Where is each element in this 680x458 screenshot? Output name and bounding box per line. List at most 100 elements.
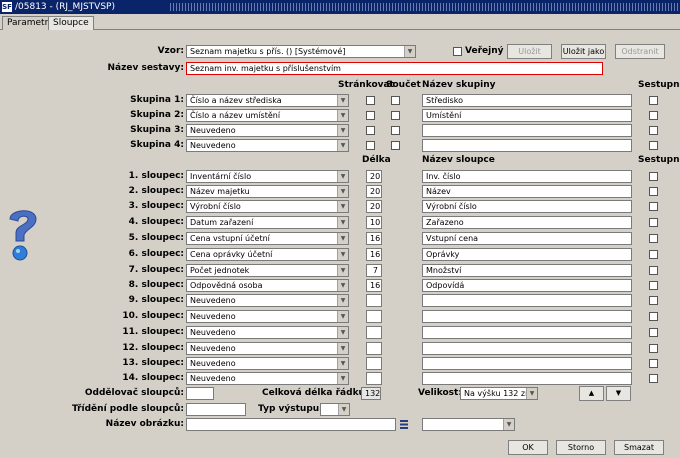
sestupne-checkbox[interactable]	[649, 172, 658, 181]
column-name-input[interactable]: Zařazeno	[422, 216, 632, 229]
group-name-input[interactable]: Umístění	[422, 109, 632, 122]
group-select[interactable]: Číslo a název umístění ▼	[186, 109, 349, 122]
group-select[interactable]: Číslo a název střediska ▼	[186, 94, 349, 107]
strankovat-checkbox[interactable]	[366, 96, 375, 105]
chevron-down-icon[interactable]: ▼	[337, 373, 348, 384]
vzor-select[interactable]: Seznam majetku s přís. () [Systémové] ▼	[186, 45, 416, 58]
column-name-input[interactable]: Odpovídá	[422, 279, 632, 292]
column-length-input[interactable]	[366, 294, 382, 307]
column-length-input[interactable]	[366, 342, 382, 355]
chevron-down-icon[interactable]: ▼	[337, 125, 348, 136]
column-name-input[interactable]: Inv. číslo	[422, 170, 632, 183]
chevron-down-icon[interactable]: ▼	[337, 171, 348, 182]
chevron-down-icon[interactable]: ▼	[503, 419, 514, 430]
chevron-down-icon[interactable]: ▼	[337, 249, 348, 260]
column-length-input[interactable]: 16	[366, 232, 382, 245]
soucet-checkbox[interactable]	[391, 141, 400, 150]
move-down-button[interactable]: ▼	[606, 386, 631, 401]
column-name-input[interactable]	[422, 294, 632, 307]
oddelovac-input[interactable]	[186, 387, 214, 400]
chevron-down-icon[interactable]: ▼	[337, 343, 348, 354]
group-name-input[interactable]	[422, 139, 632, 152]
column-length-input[interactable]	[366, 372, 382, 385]
group-select[interactable]: Neuvedeno ▼	[186, 139, 349, 152]
obrazek-select[interactable]: ▼	[422, 418, 515, 431]
chevron-down-icon[interactable]: ▼	[337, 280, 348, 291]
column-length-input[interactable]	[366, 310, 382, 323]
chevron-down-icon[interactable]: ▼	[337, 233, 348, 244]
column-length-input[interactable]: 16	[366, 279, 382, 292]
chevron-down-icon[interactable]: ▼	[404, 46, 415, 57]
column-name-input[interactable]	[422, 326, 632, 339]
column-name-input[interactable]	[422, 310, 632, 323]
strankovat-checkbox[interactable]	[366, 111, 375, 120]
column-name-input[interactable]	[422, 342, 632, 355]
column-name-input[interactable]	[422, 357, 632, 370]
sestupne-checkbox[interactable]	[649, 218, 658, 227]
column-name-input[interactable]: Výrobní číslo	[422, 200, 632, 213]
column-select[interactable]: Odpovědná osoba ▼	[186, 279, 349, 292]
column-length-input[interactable]: 20	[366, 200, 382, 213]
sestupne-checkbox[interactable]	[649, 296, 658, 305]
sestupne-checkbox[interactable]	[649, 281, 658, 290]
column-name-input[interactable]: Množství	[422, 264, 632, 277]
sestupne-checkbox[interactable]	[649, 126, 658, 135]
column-length-input[interactable]	[366, 357, 382, 370]
trideni-input[interactable]	[186, 403, 246, 416]
column-name-input[interactable]: Vstupní cena	[422, 232, 632, 245]
column-length-input[interactable]: 20	[366, 170, 382, 183]
soucet-checkbox[interactable]	[391, 126, 400, 135]
group-name-input[interactable]: Středisko	[422, 94, 632, 107]
strankovat-checkbox[interactable]	[366, 141, 375, 150]
storno-button[interactable]: Storno	[556, 440, 606, 455]
sestupne-checkbox[interactable]	[649, 234, 658, 243]
column-select[interactable]: Počet jednotek ▼	[186, 264, 349, 277]
nazev-obrazku-input[interactable]	[186, 418, 396, 431]
ulozit-button[interactable]: Uložit	[507, 44, 552, 59]
column-length-input[interactable]: 10	[366, 216, 382, 229]
chevron-down-icon[interactable]: ▼	[337, 358, 348, 369]
sestupne-checkbox[interactable]	[649, 266, 658, 275]
sestupne-checkbox[interactable]	[649, 312, 658, 321]
column-select[interactable]: Cena vstupní účetní ▼	[186, 232, 349, 245]
column-select[interactable]: Neuvedeno ▼	[186, 357, 349, 370]
sestupne-checkbox[interactable]	[649, 111, 658, 120]
column-length-input[interactable]: 16	[366, 248, 382, 261]
column-select[interactable]: Datum zařazení ▼	[186, 216, 349, 229]
soucet-checkbox[interactable]	[391, 96, 400, 105]
sestupne-checkbox[interactable]	[649, 359, 658, 368]
chevron-down-icon[interactable]: ▼	[337, 201, 348, 212]
sestupne-checkbox[interactable]	[649, 141, 658, 150]
ok-button[interactable]: OK	[508, 440, 548, 455]
sestupne-checkbox[interactable]	[649, 202, 658, 211]
column-select[interactable]: Neuvedeno ▼	[186, 342, 349, 355]
nazev-sestavy-input[interactable]: Seznam inv. majetku s příslušenstvím	[186, 62, 603, 75]
chevron-down-icon[interactable]: ▼	[337, 95, 348, 106]
column-select[interactable]: Neuvedeno ▼	[186, 372, 349, 385]
group-name-input[interactable]	[422, 124, 632, 137]
chevron-down-icon[interactable]: ▼	[526, 388, 537, 399]
column-name-input[interactable]: Název	[422, 185, 632, 198]
column-select[interactable]: Neuvedeno ▼	[186, 310, 349, 323]
sestupne-checkbox[interactable]	[649, 344, 658, 353]
smazat-button[interactable]: Smazat	[614, 440, 664, 455]
chevron-down-icon[interactable]: ▼	[337, 327, 348, 338]
chevron-down-icon[interactable]: ▼	[337, 110, 348, 121]
soucet-checkbox[interactable]	[391, 111, 400, 120]
group-select[interactable]: Neuvedeno ▼	[186, 124, 349, 137]
chevron-down-icon[interactable]: ▼	[338, 404, 349, 415]
ulozit-jako-button[interactable]: Uložit jako	[561, 44, 606, 59]
column-name-input[interactable]: Oprávky	[422, 248, 632, 261]
column-length-input[interactable]: 7	[366, 264, 382, 277]
chevron-down-icon[interactable]: ▼	[337, 295, 348, 306]
chevron-down-icon[interactable]: ▼	[337, 265, 348, 276]
sestupne-checkbox[interactable]	[649, 96, 658, 105]
column-select[interactable]: Neuvedeno ▼	[186, 294, 349, 307]
verejny-checkbox[interactable]	[453, 47, 462, 56]
list-browse-icon[interactable]	[399, 419, 409, 430]
column-select[interactable]: Název majetku ▼	[186, 185, 349, 198]
column-select[interactable]: Výrobní číslo ▼	[186, 200, 349, 213]
tab-sloupce[interactable]: Sloupce	[48, 16, 94, 30]
column-select[interactable]: Neuvedeno ▼	[186, 326, 349, 339]
velikost-select[interactable]: Na výšku 132 zn. ▼	[460, 387, 538, 400]
